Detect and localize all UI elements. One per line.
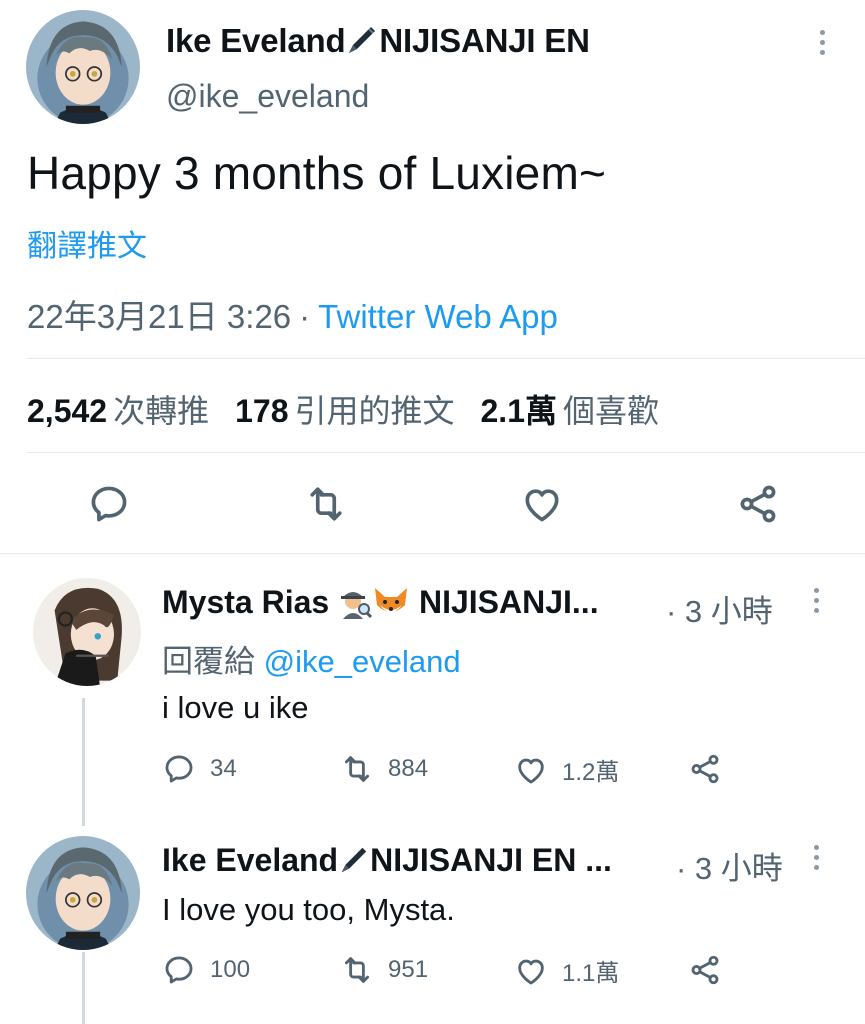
- reply-display-name[interactable]: Mysta Rias NIJISANJI...: [162, 584, 599, 624]
- retweets-label: 次轉推: [113, 393, 210, 429]
- share-icon[interactable]: [736, 482, 780, 526]
- reply-button[interactable]: 100: [162, 953, 250, 987]
- reply-timestamp[interactable]: · 3 小時: [666, 586, 773, 631]
- display-name-suffix: NIJISANJI...: [418, 584, 599, 620]
- like-count: 1.2萬: [562, 759, 620, 786]
- reply-icon: [165, 956, 193, 984]
- replying-mention-link[interactable]: @ike_eveland: [264, 644, 461, 679]
- source-app-link[interactable]: Twitter Web App: [318, 298, 558, 335]
- like-button[interactable]: 1.2萬: [514, 752, 619, 787]
- reply-timestamp[interactable]: · 3 小時: [676, 843, 783, 888]
- like-icon: [518, 959, 544, 984]
- reply-text: I love you too, Mysta.: [162, 892, 455, 927]
- divider: [27, 358, 865, 359]
- retweet-icon: [344, 756, 370, 782]
- retweet-button[interactable]: 884: [340, 752, 428, 786]
- reply-text: i love u ike: [162, 690, 309, 725]
- main-display-name[interactable]: Ike Eveland NIJISANJI EN: [166, 22, 590, 63]
- main-handle[interactable]: @ike_eveland: [166, 78, 369, 115]
- likes-count: 2.1萬: [480, 393, 558, 429]
- reply-count: 100: [210, 956, 251, 983]
- display-name-suffix: NIJISANJI EN ...: [370, 842, 612, 878]
- pen-icon: [345, 23, 379, 63]
- divider: [27, 452, 865, 453]
- display-name-text: Ike Eveland: [162, 842, 339, 878]
- like-icon[interactable]: [520, 482, 564, 526]
- share-icon: [691, 955, 719, 985]
- display-name-suffix: NIJISANJI EN: [379, 22, 590, 59]
- retweets-count: 2,542: [27, 393, 108, 429]
- avatar-ike[interactable]: [26, 10, 140, 124]
- section-divider: [0, 553, 865, 554]
- reply-button[interactable]: 34: [162, 752, 237, 786]
- reply-count: 34: [210, 755, 237, 782]
- replying-prefix: 回覆給: [162, 644, 255, 679]
- replying-to: 回覆給 @ike_eveland: [162, 636, 461, 681]
- retweet-count: 951: [388, 956, 429, 983]
- detective-icon: [338, 585, 373, 624]
- tweet-meta: 22年3月21日 3:26 · Twitter Web App: [27, 290, 558, 338]
- reply-more-icon[interactable]: [814, 845, 819, 870]
- reply-more-icon[interactable]: [814, 588, 819, 613]
- fox-icon: [372, 585, 410, 624]
- retweet-icon: [344, 957, 370, 983]
- retweet-icon[interactable]: [304, 482, 348, 526]
- likes-label: 個喜歡: [563, 393, 660, 429]
- meta-separator: ·: [299, 298, 311, 335]
- quotes-stat[interactable]: 178 引用的推文: [235, 393, 480, 429]
- quotes-label: 引用的推文: [294, 393, 455, 429]
- like-count: 1.1萬: [562, 960, 620, 987]
- reply-icon[interactable]: [87, 482, 131, 526]
- share-button[interactable]: [688, 752, 722, 786]
- display-name-text: Ike Eveland: [166, 22, 346, 59]
- thread-connector: [82, 698, 85, 826]
- quotes-count: 178: [235, 393, 289, 429]
- tweet-stats: 2,542 次轉推 178 引用的推文 2.1萬 個喜歡: [27, 386, 685, 432]
- likes-stat[interactable]: 2.1萬 個喜歡: [481, 393, 686, 429]
- more-options-icon[interactable]: [812, 30, 832, 60]
- share-icon: [691, 754, 719, 784]
- like-button[interactable]: 1.1萬: [514, 953, 619, 988]
- like-icon: [518, 758, 544, 783]
- retweet-count: 884: [388, 755, 429, 782]
- tweet-timestamp[interactable]: 22年3月21日 3:26: [27, 298, 291, 335]
- share-button[interactable]: [688, 953, 722, 987]
- reply-icon: [165, 755, 193, 783]
- avatar-mysta[interactable]: [33, 578, 141, 686]
- translate-tweet-link[interactable]: 翻譯推文: [27, 221, 147, 265]
- avatar-ike[interactable]: [26, 836, 140, 950]
- tweet-text: Happy 3 months of Luxiem~: [27, 147, 607, 199]
- reply-display-name[interactable]: Ike Eveland NIJISANJI EN ...: [162, 842, 612, 882]
- retweets-stat[interactable]: 2,542 次轉推: [27, 393, 235, 429]
- retweet-button[interactable]: 951: [340, 953, 428, 987]
- thread-connector: [82, 952, 85, 1024]
- pen-icon: [338, 844, 370, 882]
- display-name-text: Mysta Rias: [162, 584, 330, 620]
